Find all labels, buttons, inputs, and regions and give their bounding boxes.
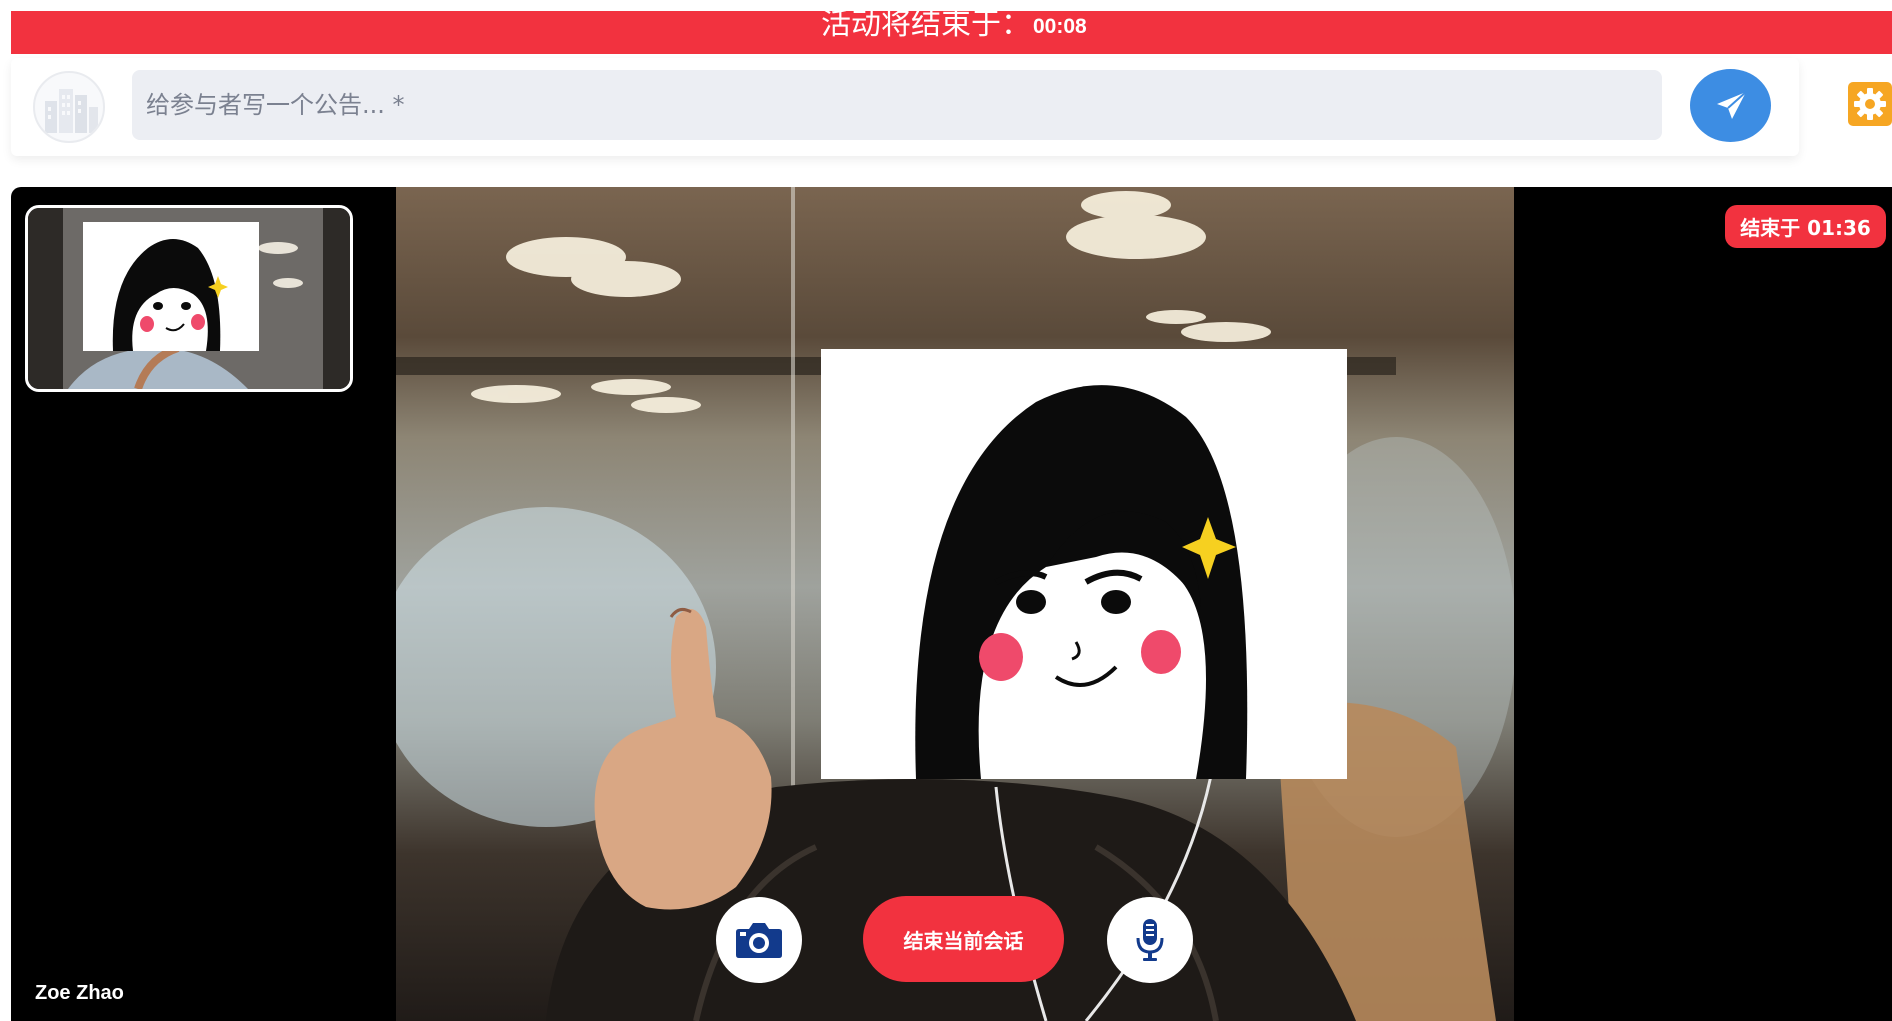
countdown-banner: 活动将结束于： 00:08	[11, 11, 1892, 54]
ends-at-badge: 结束于 01:36	[1725, 205, 1886, 248]
settings-button[interactable]	[1848, 82, 1892, 126]
end-session-button[interactable]: 结束当前会话	[863, 896, 1064, 982]
camera-toggle-button[interactable]	[716, 897, 802, 983]
microphone-toggle-button[interactable]	[1107, 897, 1193, 983]
participant-name: Zoe Zhao	[35, 982, 124, 1004]
self-view-thumbnail[interactable]	[25, 205, 353, 392]
microphone-icon	[1136, 918, 1164, 962]
gear-icon	[1852, 86, 1888, 122]
countdown-timer: 00:08	[1033, 15, 1087, 38]
camera-icon	[735, 921, 783, 959]
send-announcement-button[interactable]	[1690, 69, 1771, 142]
announcement-input[interactable]	[132, 70, 1662, 140]
video-stage: Zoe Zhao 结束于 01:36 结束当前会话	[11, 187, 1892, 1021]
countdown-label: 活动将结束于：	[821, 11, 1031, 42]
paper-plane-icon	[1713, 88, 1749, 124]
building-logo-icon	[33, 71, 105, 143]
